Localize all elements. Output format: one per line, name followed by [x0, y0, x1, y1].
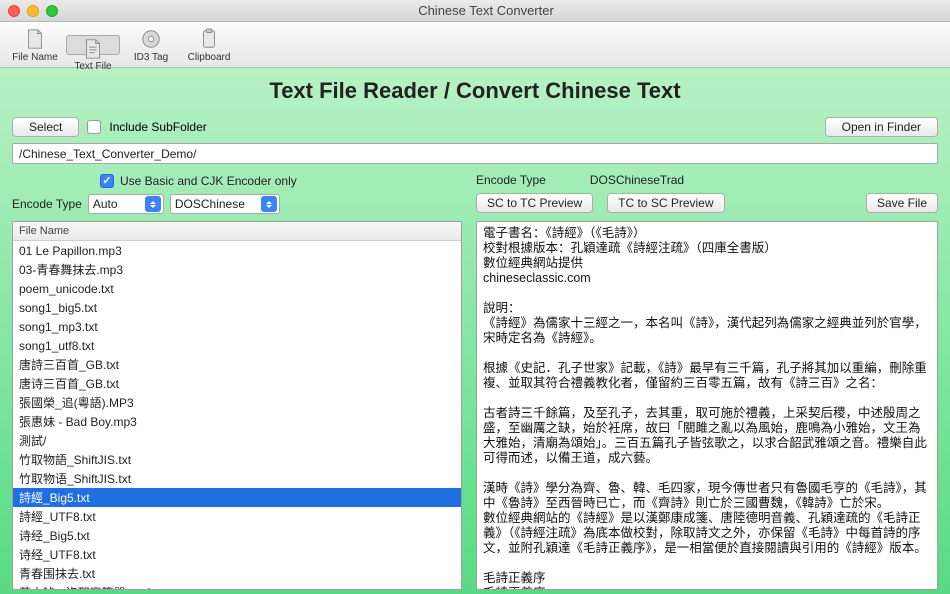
- list-item[interactable]: song1_utf8.txt: [13, 336, 461, 355]
- basic-cjk-checkbox[interactable]: [100, 174, 114, 188]
- id3-icon: [139, 27, 163, 51]
- list-item[interactable]: 張國榮_追(粵語).MP3: [13, 393, 461, 412]
- tab-label: Clipboard: [188, 52, 231, 63]
- list-item[interactable]: 黃小琥 - 沒那麼簡單.mp3: [13, 583, 461, 589]
- encode-select-1-value: Auto: [93, 197, 118, 211]
- traffic-lights: [8, 5, 58, 17]
- list-item[interactable]: 01 Le Papillon.mp3: [13, 241, 461, 260]
- tab-file-name[interactable]: File Name: [8, 25, 62, 65]
- titlebar: Chinese Text Converter: [0, 0, 950, 22]
- list-item[interactable]: 詩經_UTF8.txt: [13, 507, 461, 526]
- list-item[interactable]: 诗经_UTF8.txt: [13, 545, 461, 564]
- list-item[interactable]: song1_mp3.txt: [13, 317, 461, 336]
- minimize-icon[interactable]: [27, 5, 39, 17]
- content: Text File Reader / Convert Chinese Text …: [0, 68, 950, 594]
- tab-text-file[interactable]: Text File: [66, 35, 120, 55]
- page-title: Text File Reader / Convert Chinese Text: [12, 78, 938, 104]
- toolbar: File Name Text File ID3 Tag Clipboard: [0, 22, 950, 68]
- tab-label: Text File: [74, 61, 111, 72]
- path-input[interactable]: /Chinese_Text_Converter_Demo/: [12, 143, 938, 164]
- text-preview[interactable]: 電子書名：《詩經》（《毛詩》） 校對根據版本：孔穎達疏《詩經注疏》（四庫全書版）…: [476, 221, 938, 590]
- encode-select-2-value: DOSChinese: [175, 197, 245, 211]
- list-item[interactable]: 竹取物语_ShiftJIS.txt: [13, 469, 461, 488]
- list-item[interactable]: poem_unicode.txt: [13, 279, 461, 298]
- close-icon[interactable]: [8, 5, 20, 17]
- list-item[interactable]: 诗经_Big5.txt: [13, 526, 461, 545]
- tab-label: File Name: [12, 52, 58, 63]
- encode-select-1[interactable]: Auto: [88, 194, 164, 214]
- clipboard-icon: [197, 27, 221, 51]
- include-subfolder-label: Include SubFolder: [109, 120, 206, 134]
- file-list: File Name 01 Le Papillon.mp303-青春舞抹去.mp3…: [12, 221, 462, 590]
- tc-to-sc-button[interactable]: TC to SC Preview: [607, 193, 724, 213]
- file-icon: [23, 27, 47, 51]
- list-item[interactable]: song1_big5.txt: [13, 298, 461, 317]
- chevron-updown-icon: [145, 196, 161, 212]
- encode-select-2[interactable]: DOSChinese: [170, 194, 280, 214]
- list-item[interactable]: 03-青春舞抹去.mp3: [13, 260, 461, 279]
- list-item[interactable]: 測試/: [13, 431, 461, 450]
- tab-label: ID3 Tag: [134, 52, 168, 63]
- basic-cjk-label: Use Basic and CJK Encoder only: [120, 174, 297, 188]
- right-column: Encode Type DOSChineseTrad SC to TC Prev…: [476, 171, 938, 590]
- list-item[interactable]: 竹取物語_ShiftJIS.txt: [13, 450, 461, 469]
- file-list-header[interactable]: File Name: [13, 222, 461, 241]
- tab-clipboard[interactable]: Clipboard: [182, 25, 236, 65]
- window-title: Chinese Text Converter: [70, 3, 902, 18]
- list-item[interactable]: 張惠妹 - Bad Boy.mp3: [13, 412, 461, 431]
- select-button[interactable]: Select: [12, 117, 79, 137]
- list-item[interactable]: 詩經_Big5.txt: [13, 488, 461, 507]
- chevron-updown-icon: [261, 196, 277, 212]
- left-column: Use Basic and CJK Encoder only Encode Ty…: [12, 171, 462, 590]
- encode-type-label: Encode Type: [12, 197, 82, 211]
- encode-type-right-value: DOSChineseTrad: [590, 173, 684, 187]
- tab-id3-tag[interactable]: ID3 Tag: [124, 25, 178, 65]
- encode-type-right-label: Encode Type: [476, 173, 546, 187]
- include-subfolder-checkbox[interactable]: [87, 120, 101, 134]
- list-item[interactable]: 唐詩三百首_GB.txt: [13, 355, 461, 374]
- sc-to-tc-button[interactable]: SC to TC Preview: [476, 193, 593, 213]
- open-in-finder-button[interactable]: Open in Finder: [825, 117, 938, 137]
- list-item[interactable]: 青春围抹去.txt: [13, 564, 461, 583]
- save-file-button[interactable]: Save File: [866, 193, 938, 213]
- file-list-body: 01 Le Papillon.mp303-青春舞抹去.mp3poem_unico…: [13, 241, 461, 589]
- list-item[interactable]: 唐诗三百首_GB.txt: [13, 374, 461, 393]
- textfile-icon: [81, 38, 105, 60]
- zoom-icon[interactable]: [46, 5, 58, 17]
